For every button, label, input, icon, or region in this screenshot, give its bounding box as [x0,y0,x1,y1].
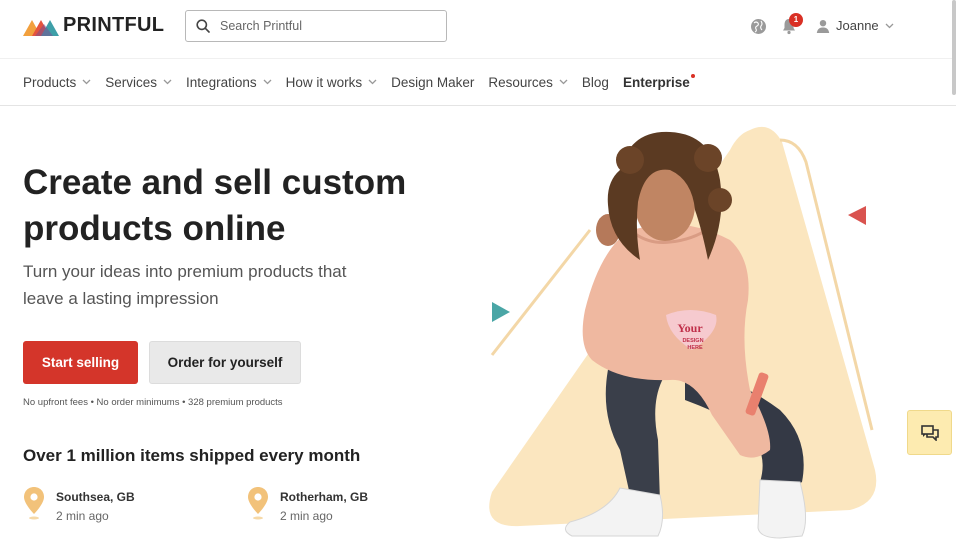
nav-how-it-works[interactable]: How it works [286,75,378,90]
start-selling-button[interactable]: Start selling [23,341,138,384]
new-indicator-dot [690,73,695,78]
top-bar: PRINTFUL 1 Joanne [0,0,956,56]
chevron-down-icon [263,79,272,85]
nav-enterprise-label: Enterprise [622,74,690,90]
order-for-yourself-button[interactable]: Order for yourself [149,341,301,384]
red-triangle-shape [848,206,866,225]
chevron-down-icon [885,23,894,28]
order-time: 2 min ago [56,509,109,523]
chevron-down-icon [368,79,377,85]
hero-title-line2: products online [23,209,286,248]
notification-badge: 1 [789,13,803,27]
teal-triangle-shape [492,302,510,322]
location-pin-icon [248,487,268,520]
chevron-down-icon [82,79,91,85]
printful-logo-icon [23,19,59,36]
recent-order-1: Southsea, GB 2 min ago [23,486,135,523]
shipped-heading: Over 1 million items shipped every month [23,446,361,465]
chat-icon [920,424,939,441]
nav-design-maker[interactable]: Design Maker [391,75,474,90]
chevron-down-icon [163,79,172,85]
page-scrollbar[interactable] [952,0,956,95]
hero-title-line1: Create and sell custom [23,163,407,202]
nav-blog-label: Blog [581,74,609,90]
order-city: Southsea, GB [56,490,135,504]
nav-integrations[interactable]: Integrations [186,75,272,90]
nav-services-label: Services [105,74,158,90]
user-menu[interactable]: Joanne [816,18,894,33]
search-input[interactable] [220,19,430,33]
hero-subtitle: Turn your ideas into premium products th… [23,258,403,312]
nav-design-maker-label: Design Maker [391,74,475,90]
nav-products[interactable]: Products [23,75,91,90]
chevron-down-icon [559,79,568,85]
nav-blog[interactable]: Blog [582,75,609,90]
value-props: No upfront fees • No order minimums • 32… [23,397,283,408]
nav-integrations-label: Integrations [186,74,257,90]
nav-enterprise[interactable]: Enterprise [622,73,695,90]
nav-resources[interactable]: Resources [488,75,568,90]
nav-resources-label: Resources [488,74,553,90]
print-here: HERE [687,345,703,351]
chat-button[interactable] [907,410,952,455]
recent-order-2: Rotherham, GB 2 min ago [247,486,368,523]
hero-subtitle-line2: leave a lasting impression [23,289,219,308]
printful-logo[interactable]: PRINTFUL [23,14,164,37]
hero-illustration: Your DESIGN HERE [489,126,877,539]
globe-icon[interactable] [750,18,767,35]
order-city: Rotherham, GB [280,490,369,504]
nav-products-label: Products [23,74,77,90]
location-pin-icon [24,487,44,520]
print-design: DESIGN [682,338,703,344]
order-time: 2 min ago [280,509,333,523]
print-your: Your [677,321,703,335]
user-name: Joanne [836,18,879,33]
nav-services[interactable]: Services [105,75,172,90]
main-nav: Products Services Integrations How it wo… [0,58,956,106]
hero-subtitle-line1: Turn your ideas into premium products th… [23,262,347,281]
user-icon [816,19,830,33]
brand-name: PRINTFUL [63,14,165,36]
nav-how-it-works-label: How it works [285,74,363,90]
search-box[interactable] [185,10,447,42]
hero-title: Create and sell custom products online [23,160,443,252]
search-icon [196,19,210,33]
